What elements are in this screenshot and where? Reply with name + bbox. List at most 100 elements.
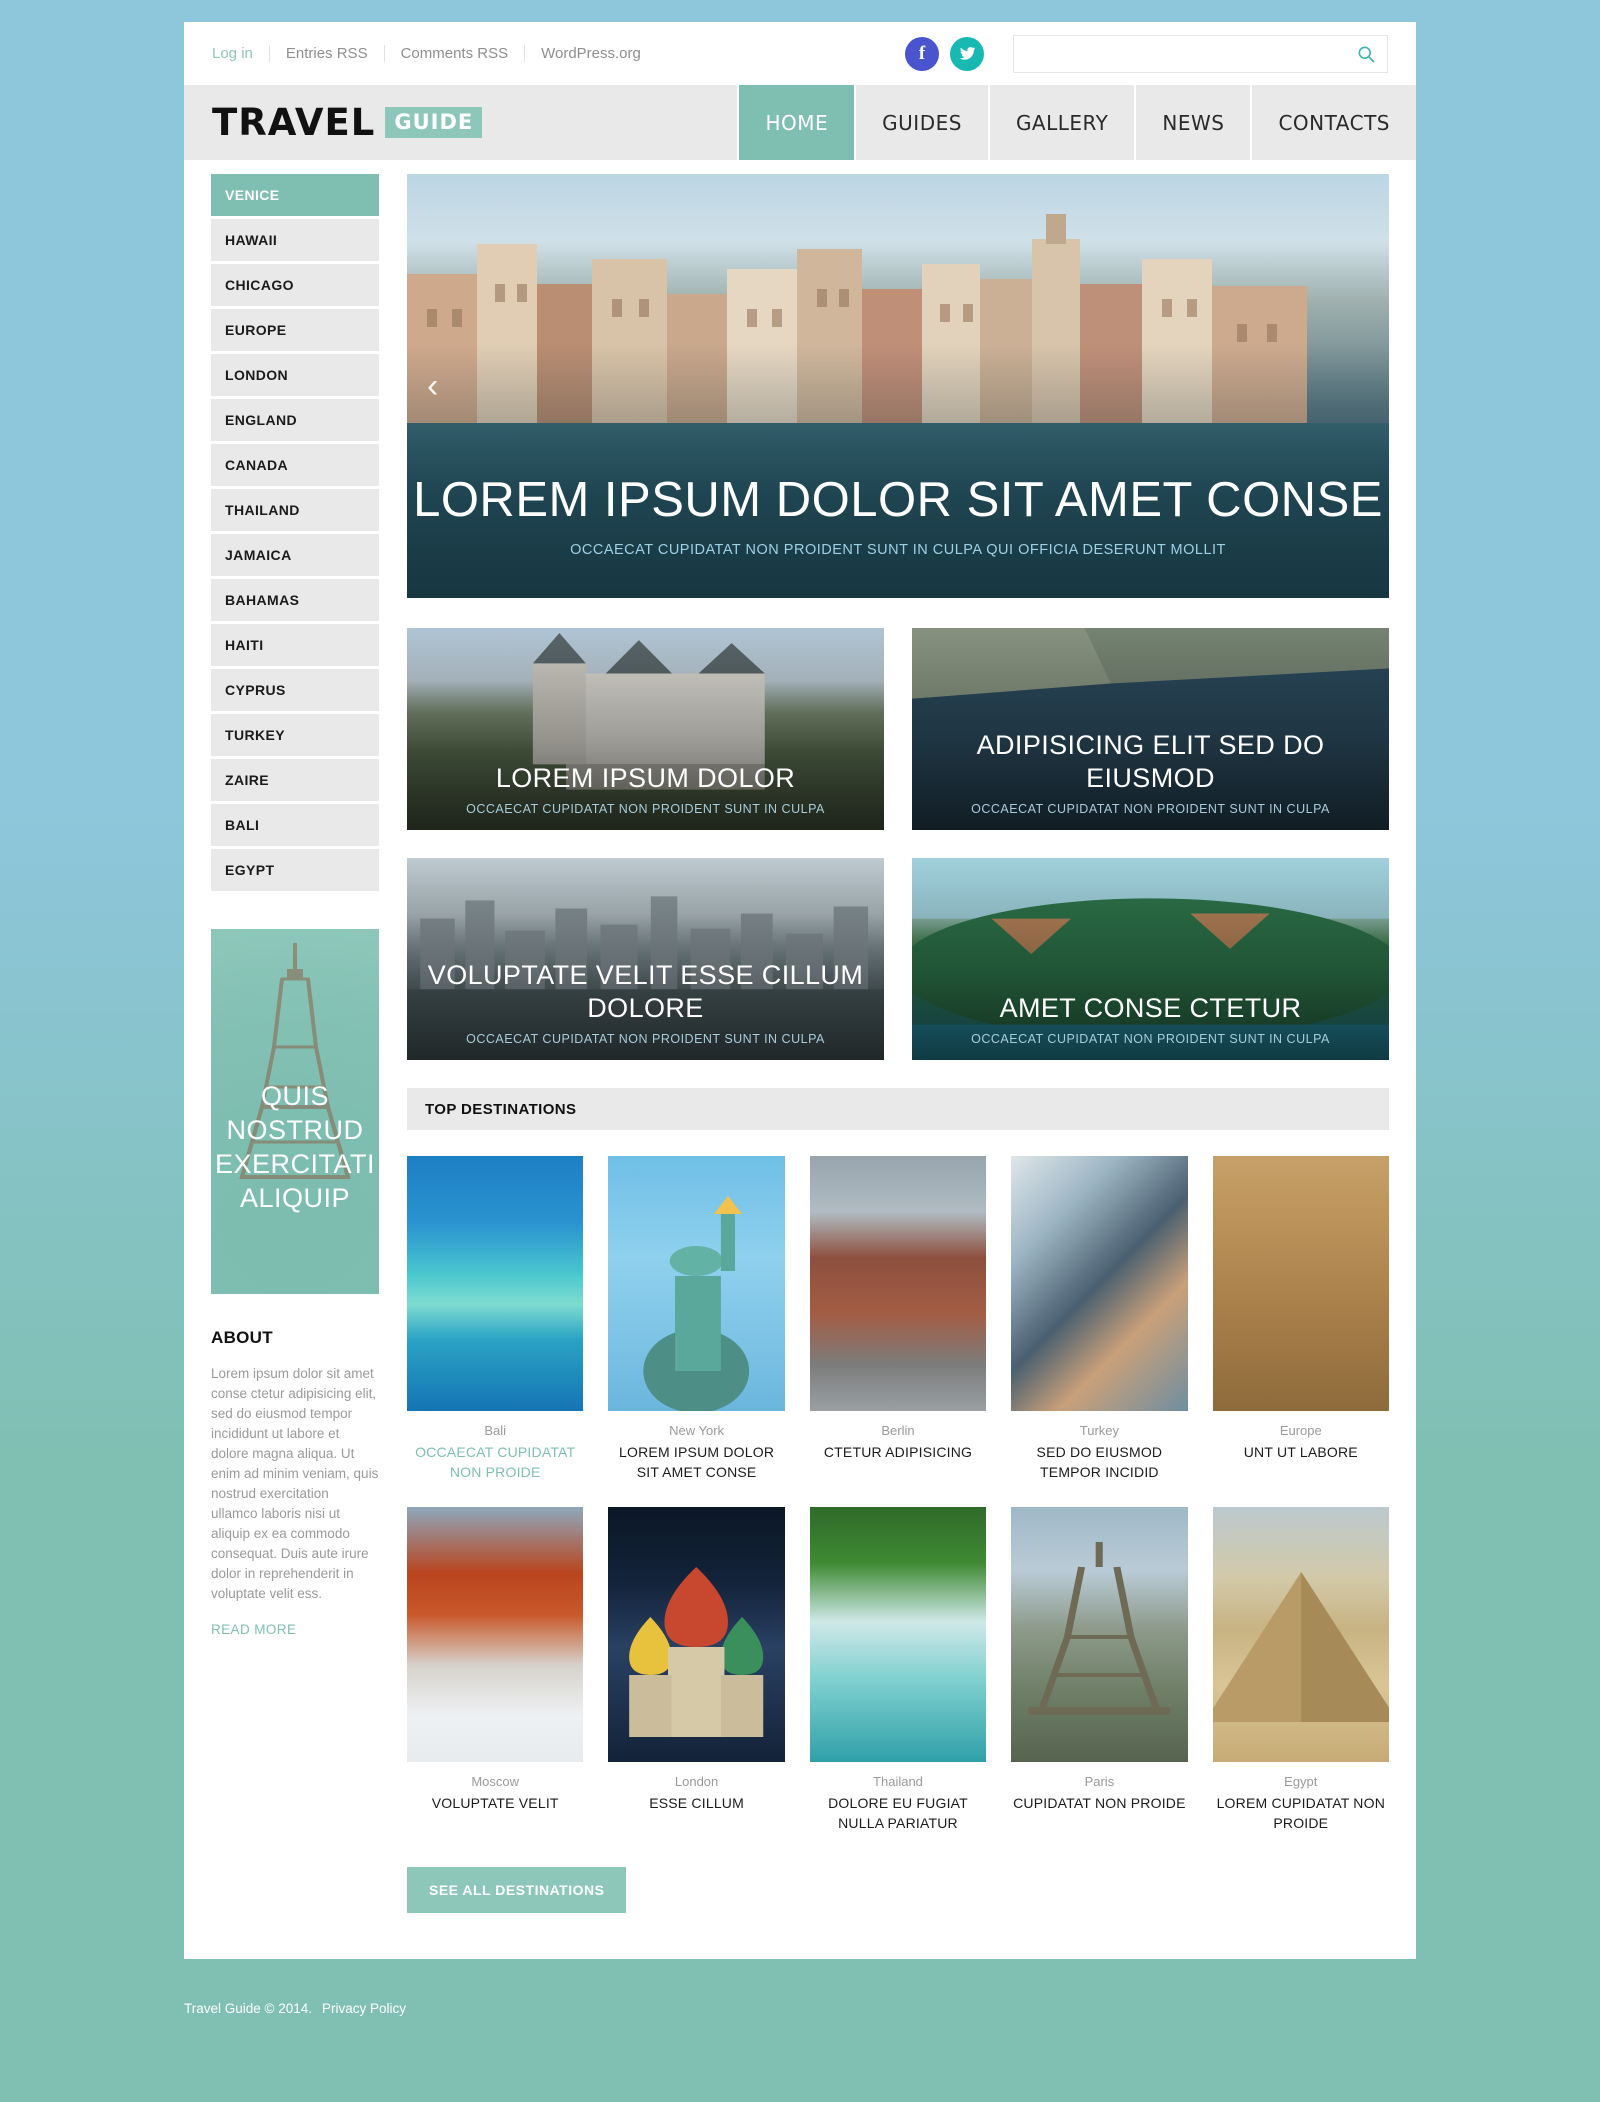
nav-item-news[interactable]: NEWS [1134,85,1250,160]
see-all-destinations-button[interactable]: SEE ALL DESTINATIONS [407,1867,627,1913]
sidebar-item-venice[interactable]: VENICE [211,174,379,216]
sidebar-item-egypt[interactable]: EGYPT [211,849,379,891]
top-bar: Log in Entries RSS Comments RSS WordPres… [184,22,1416,85]
footer-copyright: Travel Guide © 2014. [184,2000,313,2016]
destination-city: Thailand [873,1774,923,1789]
destination-title: CTETUR ADIPISICING [823,1444,973,1460]
search-icon[interactable] [1356,44,1376,64]
feature-tile[interactable]: VOLUPTATE VELIT ESSE CILLUM DOLORE OCCAE… [407,858,884,1060]
tile-title: LOREM IPSUM DOLOR [495,763,796,793]
sidebar-item-zaire[interactable]: ZAIRE [211,759,379,801]
destination-thumbnail [608,1507,785,1762]
destination-title: CUPIDATAT NON PROIDE [1013,1795,1186,1811]
sidebar-item-turkey[interactable]: TURKEY [211,714,379,756]
top-bar-right: f [905,34,1388,73]
feature-tile[interactable]: LOREM IPSUM DOLOR OCCAECAT CUPIDATAT NON… [407,628,884,830]
eiffel-tower-art [1028,1542,1170,1715]
destination-city: London [674,1774,719,1789]
destination-title: LOREM IPSUM DOLOR SIT AMET CONSE [619,1444,775,1480]
hero-slider[interactable]: ‹ LOREM IPSUM DOLOR SIT AMET CONSE OCCAE… [407,174,1389,598]
tile-title: AMET CONSE CTETUR [999,993,1302,1023]
destination-thumbnail [608,1156,785,1413]
destination-thumbnail [1011,1156,1188,1411]
destination-title: LOREM CUPIDATAT NON PROIDE [1216,1795,1386,1831]
link-comments-rss[interactable]: Comments RSS [385,45,526,62]
destination-title: UNT UT LABORE [1243,1444,1358,1460]
sidebar-item-canada[interactable]: CANADA [211,444,379,486]
site-container: Log in Entries RSS Comments RSS WordPres… [184,22,1416,1959]
slider-title: LOREM IPSUM DOLOR SIT AMET CONSE [413,473,1383,527]
twitter-icon[interactable] [950,36,984,71]
statue-of-liberty-art [643,1196,750,1413]
destination-thumbnail [1212,1156,1389,1411]
search-input[interactable] [1013,34,1388,73]
destination-thumbnail [407,1507,584,1762]
page: Log in Entries RSS Comments RSS WordPres… [0,0,1600,2102]
tile-title: VOLUPTATE VELIT ESSE CILLUM DOLORE [427,960,864,1023]
nav-item-home[interactable]: HOME [737,85,855,160]
sidebar-item-haiti[interactable]: HAITI [211,624,379,666]
destination-card[interactable]: Europe UNT UT LABORE [1212,1156,1389,1482]
destination-thumbnail [809,1156,987,1411]
link-log-in[interactable]: Log in [212,45,270,62]
destination-card[interactable]: Thailand DOLORE EU FUGIAT NULLA PARIATUR [809,1507,987,1833]
destination-city: Paris [1084,1774,1115,1789]
destination-card[interactable]: Bali OCCAECAT CUPIDATAT NON PROIDE [407,1156,584,1482]
destination-title: VOLUPTATE VELIT [431,1795,559,1811]
sidebar-item-bali[interactable]: BALI [211,804,379,846]
destination-city: Turkey [1079,1423,1120,1438]
footer-privacy-policy-link[interactable]: Privacy Policy [322,2001,406,2016]
destination-city: New York [669,1423,725,1438]
tile-subtitle: OCCAECAT CUPIDATAT NON PROIDENT SUNT IN … [971,802,1330,816]
logo-text: TRAVEL [212,101,376,144]
promo-text: QUIS NOSTRUD EXERCITATI ALIQUIP [214,1081,375,1213]
destination-title: SED DO EIUSMOD TEMPOR INCIDID [1036,1444,1163,1480]
tile-caption: LOREM IPSUM DOLOR OCCAECAT CUPIDATAT NON… [407,762,884,816]
destination-title: DOLORE EU FUGIAT NULLA PARIATUR [828,1795,968,1831]
section-title-top-destinations: TOP DESTINATIONS [407,1088,1389,1130]
feature-tile[interactable]: ADIPISICING ELIT SED DO EIUSMOD OCCAECAT… [912,628,1389,830]
promo-banner[interactable]: QUIS NOSTRUD EXERCITATI ALIQUIP [211,929,379,1294]
destination-title: OCCAECAT CUPIDATAT NON PROIDE [415,1444,576,1480]
destination-card[interactable]: Egypt LOREM CUPIDATAT NON PROIDE [1203,1507,1398,1833]
feature-tile[interactable]: AMET CONSE CTETUR OCCAECAT CUPIDATAT NON… [912,858,1389,1060]
sidebar-item-chicago[interactable]: CHICAGO [211,264,379,306]
nav-item-guides[interactable]: GUIDES [854,85,988,160]
destination-card[interactable]: London ESSE CILLUM [608,1507,785,1833]
nav-item-gallery[interactable]: GALLERY [987,85,1134,160]
link-entries-rss[interactable]: Entries RSS [270,45,385,62]
sidebar-item-europe[interactable]: EUROPE [211,309,379,351]
tile-caption: ADIPISICING ELIT SED DO EIUSMOD OCCAECAT… [912,729,1389,816]
tile-subtitle: OCCAECAT CUPIDATAT NON PROIDENT SUNT IN … [466,1032,825,1046]
content-area: VENICE HAWAII CHICAGO EUROPE LONDON ENGL… [184,160,1416,1959]
sidebar-item-hawaii[interactable]: HAWAII [211,219,379,261]
logo-badge: GUIDE [385,107,483,138]
slider-prev-button[interactable]: ‹ [427,369,438,403]
search-box [1013,34,1388,73]
site-header: TRAVEL GUIDE HOME GUIDES GALLERY NEWS CO… [184,85,1416,160]
destination-card[interactable]: Berlin CTETUR ADIPISICING [809,1156,987,1482]
sidebar-item-bahamas[interactable]: BAHAMAS [211,579,379,621]
destinations-grid: Bali OCCAECAT CUPIDATAT NON PROIDE New Y… [407,1156,1398,1833]
sidebar-item-cyprus[interactable]: CYPRUS [211,669,379,711]
sidebar-item-england[interactable]: ENGLAND [211,399,379,441]
read-more-link[interactable]: READ MORE [211,1622,296,1637]
logo[interactable]: TRAVEL GUIDE [184,85,737,160]
destination-card[interactable]: Paris CUPIDATAT NON PROIDE [1011,1507,1188,1833]
facebook-icon[interactable]: f [905,36,939,71]
main-column: ‹ LOREM IPSUM DOLOR SIT AMET CONSE OCCAE… [407,174,1398,1959]
destination-card[interactable]: New York LOREM IPSUM DOLOR SIT AMET CONS… [608,1156,785,1482]
sidebar-item-london[interactable]: LONDON [211,354,379,396]
link-wordpress-org[interactable]: WordPress.org [525,45,657,62]
destination-card[interactable]: Moscow VOLUPTATE VELIT [407,1507,584,1833]
sidebar-item-thailand[interactable]: THAILAND [211,489,379,531]
nav-item-contacts[interactable]: CONTACTS [1250,85,1416,160]
st-basils-art [629,1567,764,1737]
tile-subtitle: OCCAECAT CUPIDATAT NON PROIDENT SUNT IN … [971,1032,1330,1046]
site-footer: Travel Guide © 2014. Privacy Policy [0,1975,1600,2041]
destination-thumbnail [809,1507,987,1762]
meta-links: Log in Entries RSS Comments RSS WordPres… [212,45,657,62]
destination-city: Moscow [471,1774,520,1789]
destination-card[interactable]: Turkey SED DO EIUSMOD TEMPOR INCIDID [1011,1156,1188,1482]
sidebar-item-jamaica[interactable]: JAMAICA [211,534,379,576]
